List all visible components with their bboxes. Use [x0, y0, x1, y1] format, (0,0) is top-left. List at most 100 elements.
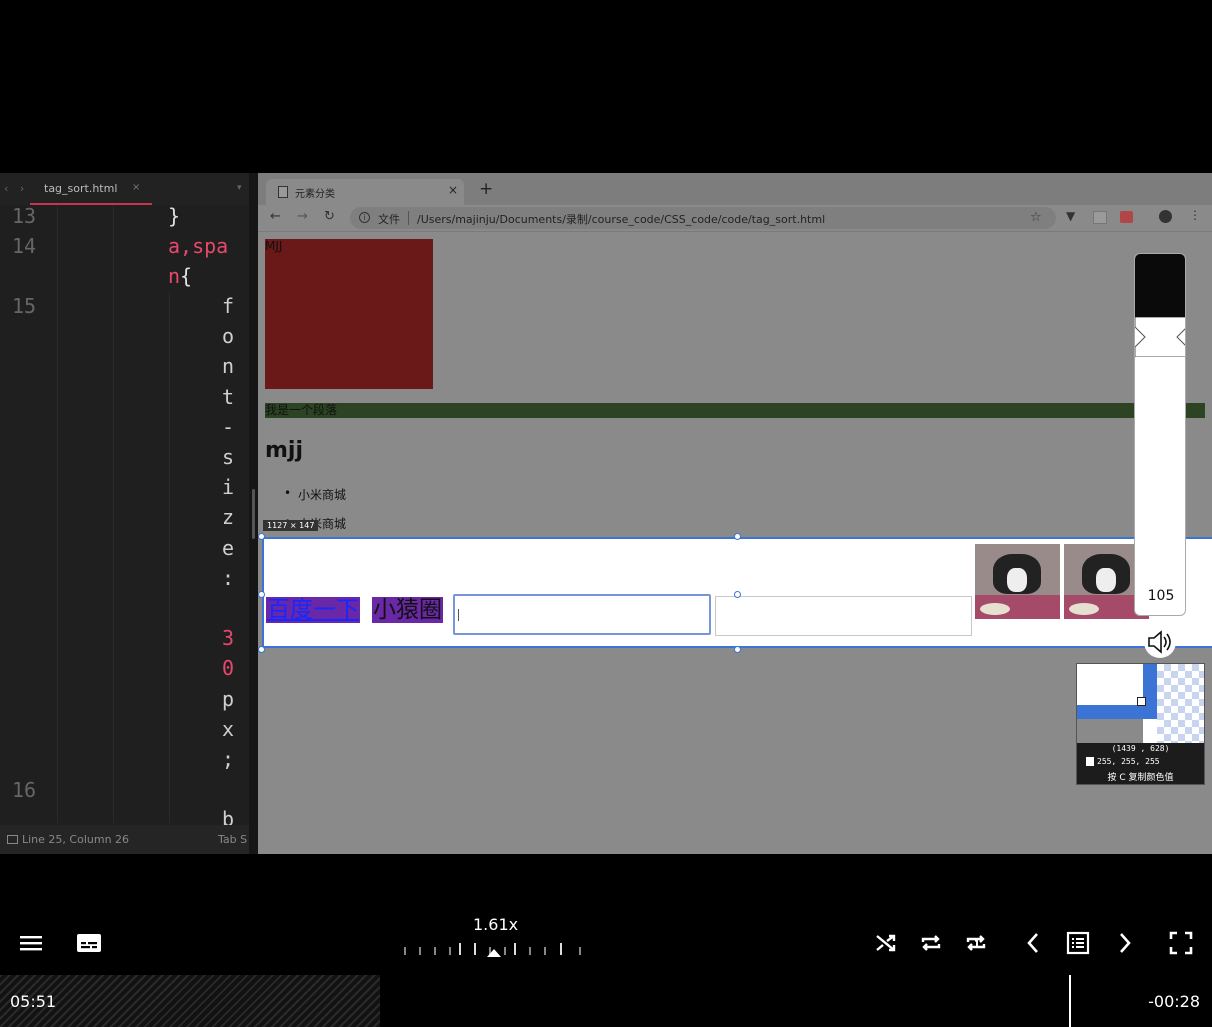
- profile-avatar-icon[interactable]: [1159, 210, 1172, 223]
- subtitles-icon[interactable]: [76, 931, 102, 955]
- playback-progress-bar[interactable]: [0, 975, 1212, 1027]
- extension-vue-icon[interactable]: ▼: [1066, 209, 1075, 223]
- address-scheme-label: 文件: [378, 213, 400, 226]
- address-bar[interactable]: i 文件 /Users/majinju/Documents/录制/course_…: [350, 207, 1056, 229]
- close-icon[interactable]: ×: [448, 183, 458, 197]
- panel-icon[interactable]: [7, 835, 18, 844]
- code-char: i: [222, 475, 235, 500]
- extension-icon[interactable]: [1093, 211, 1107, 224]
- line-number: 13: [12, 204, 37, 228]
- magnified-gray: [1077, 719, 1143, 743]
- picker-rgb-value: 255, 255, 255: [1097, 757, 1160, 766]
- selection-handle[interactable]: [258, 646, 265, 653]
- playback-speed[interactable]: 1.61x: [473, 915, 518, 934]
- color-picker-tooltip: (1439 , 628) 255, 255, 255 按 C 复制颜色值: [1076, 663, 1205, 785]
- new-tab-button[interactable]: +: [479, 179, 493, 199]
- selection-handle[interactable]: [258, 533, 265, 540]
- playlist-icon[interactable]: [1066, 931, 1090, 955]
- line-number: 16: [12, 778, 37, 802]
- code-char: t: [222, 384, 235, 409]
- divider-grip[interactable]: [252, 489, 255, 539]
- repeat-icon[interactable]: [919, 931, 943, 955]
- speed-scale[interactable]: [404, 943, 584, 957]
- selection-handle[interactable]: [258, 591, 265, 598]
- code-char: x: [222, 716, 235, 741]
- active-tab-indicator: [30, 203, 152, 205]
- line-number: 15: [12, 294, 37, 318]
- selection-handle[interactable]: [734, 591, 741, 598]
- picker-coordinates: (1439 , 628): [1111, 744, 1170, 753]
- volume-slider[interactable]: 105: [1134, 253, 1186, 616]
- code-selector: a,spa: [168, 234, 229, 258]
- address-url[interactable]: /Users/majinju/Documents/录制/course_code/…: [417, 211, 825, 227]
- husky-image: [975, 544, 1060, 619]
- next-icon[interactable]: [1112, 931, 1136, 955]
- document-icon: [278, 186, 288, 198]
- picker-cursor: [1137, 697, 1146, 706]
- color-magnifier: [1077, 664, 1204, 743]
- element-dimension-badge: 1127 × 147: [263, 520, 319, 531]
- web-page-content: MJJ 我是一个段落 mjj 小米商城 小米商城 1127 × 147 百度一下…: [258, 232, 1212, 854]
- tab-size-setting[interactable]: Tab S: [218, 833, 247, 846]
- menu-icon[interactable]: [19, 931, 43, 955]
- code-char: z: [222, 505, 235, 530]
- baidu-link[interactable]: 百度一下: [266, 597, 360, 623]
- image-dog-face: [1096, 568, 1116, 592]
- back-icon[interactable]: ←: [270, 209, 281, 224]
- buffered-region: [0, 975, 380, 1027]
- xiaoyuanquan-link[interactable]: 小猿圈: [372, 597, 443, 623]
- code-char: o: [222, 324, 235, 349]
- pane-divider[interactable]: [249, 173, 258, 854]
- more-menu-icon[interactable]: ⋮: [1189, 208, 1201, 222]
- image-pillow: [1069, 603, 1099, 615]
- code-char: s: [222, 445, 235, 469]
- fullscreen-icon[interactable]: [1169, 931, 1193, 955]
- code-selector-tail: n: [168, 264, 181, 288]
- color-swatch-icon: [1086, 757, 1094, 766]
- speaker-icon[interactable]: [1143, 625, 1177, 659]
- paragraph-text: 我是一个段落: [265, 403, 338, 417]
- remaining-time: -00:28: [1148, 992, 1200, 1011]
- transparency-checker: [1157, 664, 1204, 743]
- repeat-one-icon[interactable]: [964, 931, 988, 955]
- editor-tab-tag-sort[interactable]: tag_sort.html: [44, 182, 117, 195]
- red-div-box: MJJ: [265, 239, 433, 389]
- editor-tab-close-icon[interactable]: ×: [132, 182, 140, 193]
- code-char: ;: [222, 747, 235, 771]
- shuffle-icon[interactable]: [874, 931, 898, 955]
- volume-slider-thumb[interactable]: [1135, 317, 1186, 357]
- selection-handle[interactable]: [734, 533, 741, 540]
- image-pillow: [980, 603, 1010, 615]
- address-separator: [408, 211, 409, 225]
- volume-value: 105: [1147, 588, 1175, 604]
- code-char: 3: [222, 626, 235, 651]
- browser-tab-strip: 元素分类 × +: [258, 173, 1212, 205]
- playhead[interactable]: [1069, 975, 1071, 1027]
- paragraph-block: 我是一个段落: [265, 403, 1205, 418]
- code-brace-open: {: [180, 264, 193, 288]
- code-brace-close: }: [168, 204, 181, 228]
- editor-status-bar: Line 25, Column 26 Tab S: [0, 825, 249, 854]
- text-input[interactable]: [715, 596, 972, 636]
- selection-handle[interactable]: [734, 646, 741, 653]
- browser-window: 元素分类 × + ← → ↻ i 文件 /Users/majinju/Docum…: [258, 173, 1212, 854]
- extension-fe-icon[interactable]: [1120, 211, 1133, 223]
- text-input-focused[interactable]: [453, 594, 711, 635]
- info-icon[interactable]: i: [359, 212, 370, 223]
- browser-tab[interactable]: 元素分类 ×: [266, 179, 464, 205]
- editor-nav-arrows[interactable]: ‹ ›: [4, 182, 28, 195]
- list-item: 小米商城: [284, 486, 346, 503]
- code-char: f: [222, 294, 235, 318]
- reload-icon[interactable]: ↻: [324, 209, 335, 224]
- image-dog-face: [1007, 568, 1027, 592]
- indent-guide: [169, 293, 170, 823]
- previous-icon[interactable]: [1022, 931, 1046, 955]
- elapsed-time: 05:51: [10, 992, 57, 1011]
- code-char: e: [222, 535, 235, 560]
- screen-recording-frame: ‹ › tag_sort.html × ▾ 13 14 15 16 } a,sp…: [0, 173, 1212, 854]
- indent-guide: [113, 205, 114, 823]
- forward-icon[interactable]: →: [297, 209, 308, 224]
- bookmark-star-icon[interactable]: ☆: [1030, 210, 1042, 225]
- picker-copy-hint: 按 C 复制颜色值: [1107, 773, 1174, 783]
- chevron-down-icon[interactable]: ▾: [237, 183, 242, 193]
